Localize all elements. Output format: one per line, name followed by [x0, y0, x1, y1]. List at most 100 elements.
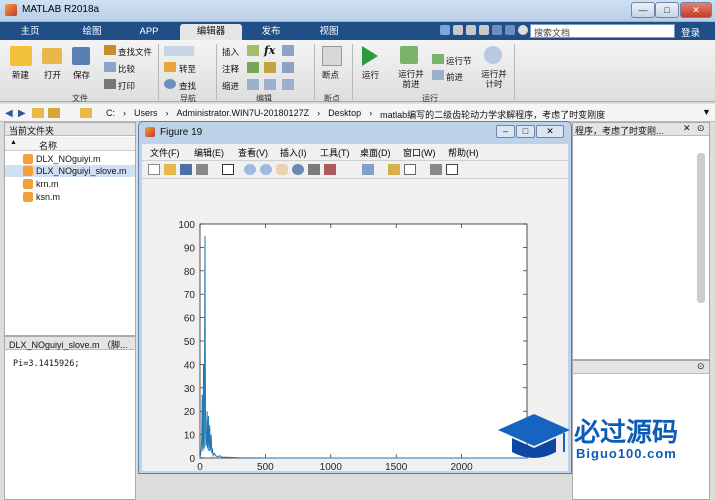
tab-editor[interactable]: 编辑器	[180, 24, 242, 40]
save-quick-icon[interactable]	[440, 25, 450, 35]
run-time-button[interactable]: 运行并计时	[480, 69, 508, 89]
breadcrumb-admin[interactable]: Administrator.WIN7U-20180127Z	[177, 108, 310, 121]
uncomment-icon[interactable]	[264, 62, 276, 73]
pan-icon[interactable]	[276, 164, 288, 175]
undo-icon[interactable]	[492, 25, 502, 35]
breadcrumb-users[interactable]: Users	[134, 108, 158, 121]
cut-icon[interactable]	[453, 25, 463, 35]
figure-close-button[interactable]: ✕	[536, 125, 564, 138]
colorbar-icon[interactable]	[388, 164, 400, 175]
up-folder-icon[interactable]	[32, 108, 44, 118]
y-tick-label: 20	[184, 407, 196, 418]
run-section-icon	[432, 54, 444, 64]
minimize-button[interactable]: —	[631, 2, 655, 18]
comment-button[interactable]: 注释	[222, 63, 239, 75]
paste-icon[interactable]	[479, 25, 489, 35]
run-advance-button[interactable]: 运行并前进	[396, 69, 426, 89]
redo-icon[interactable]	[505, 25, 515, 35]
menu-tools[interactable]: 工具(T)	[320, 146, 350, 159]
link-plot-icon[interactable]	[362, 164, 374, 175]
open-figure-icon[interactable]	[164, 164, 176, 175]
new-button[interactable]: 新建	[12, 69, 29, 81]
run-section-button[interactable]: 运行节	[446, 55, 472, 67]
scrollbar[interactable]	[697, 153, 705, 303]
open-button[interactable]: 打开	[44, 69, 61, 81]
insert-function-icon[interactable]	[282, 45, 294, 56]
menu-edit[interactable]: 编辑(E)	[194, 146, 224, 159]
breadcrumb-project[interactable]: matlab编写的二级齿轮动力学求解程序，考虑了时变刚度	[380, 108, 605, 121]
editor-tab-title[interactable]: 程序，考虑了时变刚...	[575, 124, 664, 137]
breadcrumb-desktop[interactable]: Desktop	[328, 108, 361, 121]
zoom-out-icon[interactable]	[260, 164, 272, 175]
menu-help[interactable]: 帮助(H)	[448, 146, 479, 159]
menu-insert[interactable]: 插入(I)	[280, 146, 307, 159]
name-column-header[interactable]: 名称	[39, 139, 57, 152]
path-dropdown-icon[interactable]: ▼	[702, 107, 711, 117]
find-files-button[interactable]: 查找文件	[118, 46, 152, 58]
pointer-icon[interactable]	[222, 164, 234, 175]
new-figure-icon[interactable]	[148, 164, 160, 175]
close-button[interactable]: ✕	[680, 2, 712, 18]
sort-icon[interactable]: ▲	[10, 139, 17, 146]
comment-percent-icon[interactable]	[247, 62, 259, 73]
menu-file[interactable]: 文件(F)	[150, 146, 180, 159]
menu-desktop[interactable]: 桌面(D)	[360, 146, 391, 159]
data-cursor-icon[interactable]	[308, 164, 320, 175]
tab-plots[interactable]: 绘图	[70, 24, 114, 40]
insert-section-icon[interactable]	[247, 45, 259, 56]
menu-view[interactable]: 查看(V)	[238, 146, 268, 159]
search-input[interactable]: 搜索文档	[530, 24, 675, 38]
smart-indent-icon[interactable]	[247, 79, 259, 90]
save-figure-icon[interactable]	[180, 164, 192, 175]
copy-icon[interactable]	[466, 25, 476, 35]
zoom-in-icon[interactable]	[244, 164, 256, 175]
back-arrow-icon[interactable]: ◀	[5, 108, 13, 119]
increase-indent-icon[interactable]	[264, 79, 276, 90]
wrap-comment-icon[interactable]	[282, 62, 294, 73]
indent-button[interactable]: 缩进	[222, 80, 239, 92]
list-item[interactable]: krn.m	[23, 178, 59, 190]
login-button[interactable]: 登录	[681, 25, 700, 39]
run-button[interactable]: 运行	[362, 69, 379, 81]
x-tick-label: 2000	[450, 462, 473, 471]
tab-publish[interactable]: 发布	[248, 24, 294, 40]
figure-maximize-button[interactable]: □	[516, 125, 535, 138]
panel-menu-icon[interactable]: ⊙	[697, 123, 705, 134]
insert-button[interactable]: 插入	[222, 46, 239, 58]
breakpoints-button[interactable]: 断点	[322, 69, 339, 81]
show-tools-icon[interactable]	[446, 164, 458, 175]
fx-icon[interactable]: fx	[264, 44, 275, 57]
figure-minimize-button[interactable]: –	[496, 125, 515, 138]
print-button[interactable]: 打印	[118, 80, 135, 92]
legend-icon[interactable]	[404, 164, 416, 175]
find-button[interactable]: 查找	[179, 80, 196, 92]
list-item[interactable]: DLX_NOguiyi.m	[23, 153, 101, 165]
brush-icon[interactable]	[324, 164, 336, 175]
breakpoints-icon	[322, 46, 342, 66]
editor-panel: 程序，考虑了时变刚... ✕ ⊙	[572, 122, 710, 360]
tab-apps[interactable]: APP	[124, 24, 174, 40]
forward-arrow-icon[interactable]: ▶	[18, 108, 26, 119]
list-item[interactable]: ksn.m	[23, 191, 60, 203]
maximize-button[interactable]: □	[655, 2, 679, 18]
ribbon-separator	[216, 44, 217, 100]
hide-tools-icon[interactable]	[430, 164, 442, 175]
browse-folder-icon[interactable]	[48, 108, 60, 118]
tab-home[interactable]: 主页	[10, 24, 50, 40]
rotate-icon[interactable]	[292, 164, 304, 175]
save-button[interactable]: 保存	[73, 69, 90, 81]
print-figure-icon[interactable]	[196, 164, 208, 175]
list-item[interactable]: DLX_NOguiyi_slove.m	[23, 165, 127, 177]
y-tick-label: 90	[184, 243, 196, 254]
close-editor-icon[interactable]: ✕	[683, 123, 691, 134]
goto-button[interactable]: 转至	[179, 63, 196, 75]
menu-window[interactable]: 窗口(W)	[403, 146, 436, 159]
breadcrumb: C: › Users › Administrator.WIN7U-20180127Z…	[106, 108, 606, 121]
compare-button[interactable]: 比较	[118, 63, 135, 75]
decrease-indent-icon[interactable]	[282, 79, 294, 90]
panel-menu-icon[interactable]: ⊙	[697, 361, 705, 372]
advance-button[interactable]: 前进	[446, 71, 463, 83]
help-icon[interactable]	[518, 25, 528, 35]
breadcrumb-drive[interactable]: C:	[106, 108, 115, 121]
tab-view[interactable]: 视图	[306, 24, 352, 40]
